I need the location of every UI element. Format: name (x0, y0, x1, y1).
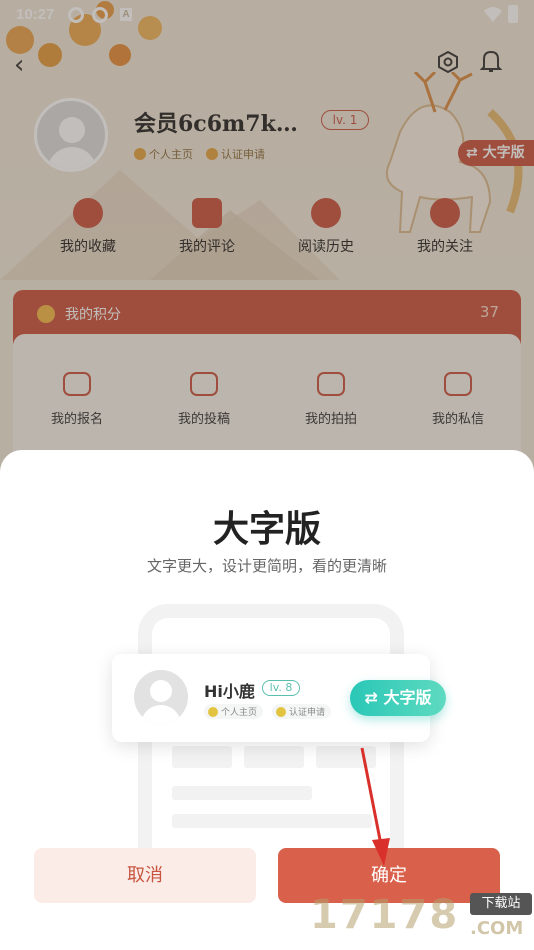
preview-big-font-switch: ⇄ 大字版 (350, 680, 446, 716)
preview-username: Hi小鹿 (204, 682, 255, 701)
dialog-subtitle: 文字更大，设计更简明，看的更清晰 (146, 557, 387, 575)
homepage-icon (208, 706, 218, 717)
preview-avatar (134, 670, 188, 724)
dialog-title: 大字版 (212, 508, 321, 550)
preview-tag-verify: 认证申请 (272, 704, 332, 719)
preview-level-badge: lv. 8 (262, 680, 300, 696)
preview-tag-home: 个人主页 (204, 704, 264, 719)
watermark-badge: 下载站 (470, 893, 532, 915)
cancel-button[interactable]: 取消 (34, 848, 256, 903)
watermark-domain: .COM (470, 918, 524, 939)
verify-icon (276, 706, 286, 717)
watermark-digits: 17178 (310, 892, 460, 938)
